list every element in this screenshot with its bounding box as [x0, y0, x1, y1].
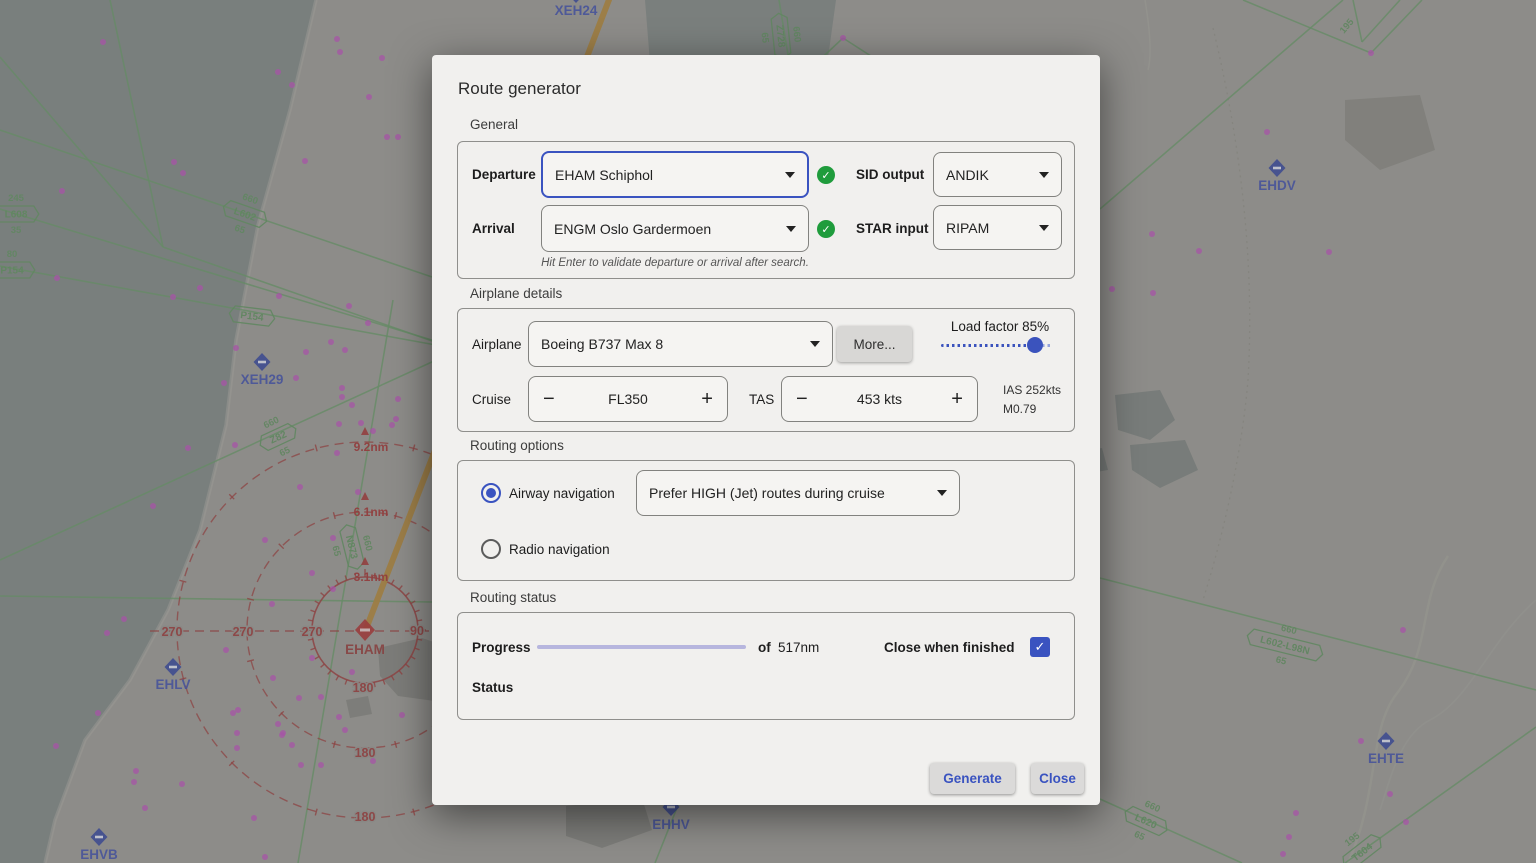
routing-options-group-box: Airway navigation Prefer HIGH (Jet) rout… [457, 460, 1075, 581]
close-when-finished-label: Close when finished [884, 640, 1015, 655]
radio-navigation-label: Radio navigation [509, 542, 610, 557]
cruise-value: FL350 [608, 391, 648, 407]
tas-decrease-button[interactable]: − [796, 389, 808, 409]
sid-output-field[interactable]: ANDIK [933, 152, 1062, 197]
airplane-group-box: Airplane Boeing B737 Max 8 More... Load … [457, 308, 1075, 432]
route-preference-field[interactable]: Prefer HIGH (Jet) routes during cruise [636, 470, 960, 516]
tas-stepper: − 453 kts + [781, 376, 978, 422]
slider-track-rest[interactable] [1042, 344, 1053, 347]
arrival-field[interactable]: ENGM Oslo Gardermoen [541, 205, 809, 252]
status-label: Status [472, 680, 513, 695]
ias-value: IAS 252kts [1003, 381, 1061, 400]
generate-button[interactable]: Generate [930, 763, 1015, 794]
departure-label: Departure [472, 167, 536, 182]
airplane-label: Airplane [472, 337, 522, 352]
progress-bar [537, 645, 746, 649]
airway-navigation-radio[interactable] [481, 483, 501, 503]
chevron-down-icon[interactable] [1039, 172, 1049, 178]
departure-field[interactable]: EHAM Schiphol [541, 151, 809, 198]
validation-hint: Hit Enter to validate departure or arriv… [541, 257, 809, 269]
route-preference-value: Prefer HIGH (Jet) routes during cruise [649, 485, 929, 501]
dialog-title: Route generator [458, 79, 581, 99]
slider-thumb[interactable] [1027, 337, 1043, 353]
cruise-stepper: − FL350 + [528, 376, 728, 422]
load-factor-label: Load factor 85% [941, 319, 1059, 334]
section-label-routing-status: Routing status [470, 590, 556, 605]
departure-value: EHAM Schiphol [555, 167, 777, 183]
section-label-airplane-details: Airplane details [470, 286, 562, 301]
routing-status-group-box: Progress of 517nm Close when finished ✓ … [457, 612, 1075, 720]
star-input-field[interactable]: RIPAM [933, 205, 1062, 250]
close-button[interactable]: Close [1031, 763, 1084, 794]
chevron-down-icon[interactable] [1039, 225, 1049, 231]
tas-increase-button[interactable]: + [951, 389, 963, 409]
tas-value: 453 kts [857, 391, 902, 407]
airplane-value: Boeing B737 Max 8 [541, 336, 802, 352]
load-factor-slider[interactable] [941, 337, 1053, 353]
departure-valid-check-icon: ✓ [817, 166, 835, 184]
more-button[interactable]: More... [837, 326, 912, 362]
arrival-valid-check-icon: ✓ [817, 220, 835, 238]
cruise-label: Cruise [472, 392, 511, 407]
chevron-down-icon[interactable] [785, 172, 795, 178]
section-label-routing-options: Routing options [470, 438, 564, 453]
airway-navigation-label: Airway navigation [509, 486, 615, 501]
tas-label: TAS [749, 392, 774, 407]
progress-label: Progress [472, 640, 531, 655]
progress-of-label: of [758, 640, 771, 655]
slider-track-active[interactable] [941, 344, 1033, 347]
chevron-down-icon[interactable] [937, 490, 947, 496]
general-group-box: Departure EHAM Schiphol ✓ SID output AND… [457, 141, 1075, 279]
app-window: 27027027090180180180 L60824535P15480L602… [0, 0, 1536, 863]
chevron-down-icon[interactable] [810, 341, 820, 347]
cruise-increase-button[interactable]: + [701, 389, 713, 409]
route-generator-dialog: Route generator General Departure EHAM S… [432, 55, 1100, 805]
star-input-label: STAR input [856, 221, 928, 236]
radio-navigation-radio[interactable] [481, 539, 501, 559]
mach-value: M0.79 [1003, 400, 1061, 419]
sid-output-label: SID output [856, 167, 924, 182]
total-distance-value: 517nm [778, 640, 819, 655]
sid-output-value: ANDIK [946, 167, 1031, 183]
arrival-value: ENGM Oslo Gardermoen [554, 221, 778, 237]
airplane-field[interactable]: Boeing B737 Max 8 [528, 321, 833, 367]
cruise-decrease-button[interactable]: − [543, 389, 555, 409]
section-label-general: General [470, 117, 518, 132]
close-when-finished-checkbox[interactable]: ✓ [1030, 637, 1050, 657]
star-input-value: RIPAM [946, 220, 1031, 236]
chevron-down-icon[interactable] [786, 226, 796, 232]
arrival-label: Arrival [472, 221, 515, 236]
